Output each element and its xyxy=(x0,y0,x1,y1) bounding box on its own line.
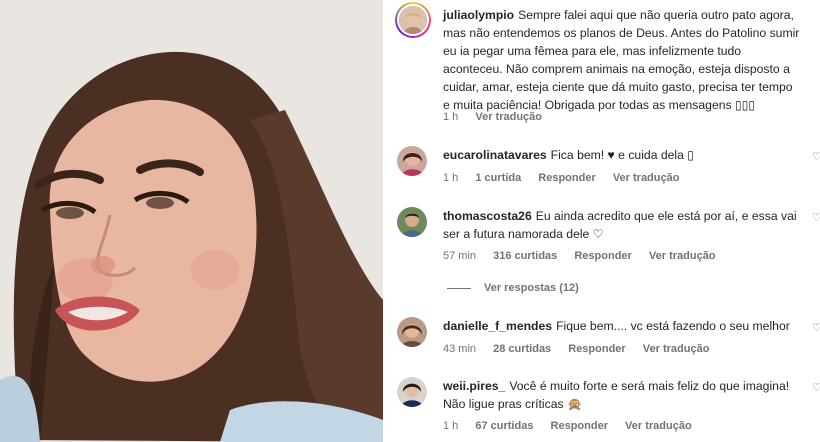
post-media[interactable] xyxy=(0,0,383,442)
reply-button[interactable]: Responder xyxy=(551,420,608,432)
translate-link[interactable]: Ver tradução xyxy=(625,420,692,432)
comment-likes[interactable]: 67 curtidas xyxy=(475,420,533,432)
heart-outline-icon[interactable]: ♡ xyxy=(812,381,820,394)
comment-time: 1 h xyxy=(443,420,459,432)
author-avatar[interactable] xyxy=(395,2,431,38)
author-username[interactable]: juliaolympio xyxy=(443,8,514,22)
caption-text-block: juliaolympio Sempre falei aqui que não qu… xyxy=(443,6,800,114)
comment-meta: 43 min 28 curtidas Responder Ver traduçã… xyxy=(443,343,723,355)
comment-text-block: eucarolinatavares Fica bem! ♥ e cuida del… xyxy=(443,146,800,164)
comment-text: Fique bem.... vc está fazendo o seu melh… xyxy=(556,319,790,333)
caption-translate-link[interactable]: Ver tradução xyxy=(475,111,542,123)
commenter-avatar[interactable] xyxy=(397,317,427,347)
view-replies-label: Ver respostas (12) xyxy=(484,282,579,294)
commenter-avatar[interactable] xyxy=(397,377,427,407)
commenter-avatar-image xyxy=(397,146,427,176)
comments-panel: juliaolympio Sempre falei aqui que não qu… xyxy=(383,0,820,442)
translate-link[interactable]: Ver tradução xyxy=(643,343,710,355)
comment-likes[interactable]: 316 curtidas xyxy=(493,250,557,262)
caption-meta: 1 h Ver tradução xyxy=(443,111,556,123)
comment-text: Fica bem! ♥ e cuida dela ▯ xyxy=(550,148,694,162)
commenter-avatar-image xyxy=(397,377,427,407)
reply-button[interactable]: Responder xyxy=(538,172,595,184)
translate-link[interactable]: Ver tradução xyxy=(613,172,680,184)
heart-outline-icon[interactable]: ♡ xyxy=(812,211,820,224)
reply-button[interactable]: Responder xyxy=(568,343,625,355)
caption-time: 1 h xyxy=(443,111,459,123)
replies-divider xyxy=(447,287,471,289)
post-photo xyxy=(0,0,383,442)
reply-button[interactable]: Responder xyxy=(574,250,631,262)
caption-text: Sempre falei aqui que não queria outro p… xyxy=(443,8,800,112)
comment-text-block: weii.pires_ Você é muito forte e será mai… xyxy=(443,377,800,413)
comment-meta: 1 h 1 curtida Responder Ver tradução xyxy=(443,172,693,184)
comment-username[interactable]: danielle_f_mendes xyxy=(443,319,552,333)
heart-outline-icon[interactable]: ♡ xyxy=(812,321,820,334)
comment-text-block: danielle_f_mendes Fique bem.... vc está f… xyxy=(443,317,800,335)
comment-username[interactable]: weii.pires_ xyxy=(443,379,505,393)
comment-meta: 57 min 316 curtidas Responder Ver traduç… xyxy=(443,250,730,262)
commenter-avatar-image xyxy=(397,207,427,237)
comment-meta: 1 h 67 curtidas Responder Ver tradução xyxy=(443,420,706,432)
comment-username[interactable]: thomascosta26 xyxy=(443,209,532,223)
commenter-avatar[interactable] xyxy=(397,146,427,176)
comment-time: 57 min xyxy=(443,250,477,262)
commenter-avatar[interactable] xyxy=(397,207,427,237)
comment-username[interactable]: eucarolinatavares xyxy=(443,148,547,162)
comment-text-block: thomascosta26 Eu ainda acredito que ele e… xyxy=(443,207,800,243)
commenter-avatar-image xyxy=(397,317,427,347)
view-replies-button[interactable]: Ver respostas (12) xyxy=(447,282,579,294)
comment-likes[interactable]: 28 curtidas xyxy=(493,343,551,355)
comment-likes[interactable]: 1 curtida xyxy=(475,172,521,184)
comment-time: 1 h xyxy=(443,172,459,184)
translate-link[interactable]: Ver tradução xyxy=(649,250,716,262)
author-avatar-image xyxy=(399,6,427,34)
comment-time: 43 min xyxy=(443,343,477,355)
heart-outline-icon[interactable]: ♡ xyxy=(812,150,820,163)
